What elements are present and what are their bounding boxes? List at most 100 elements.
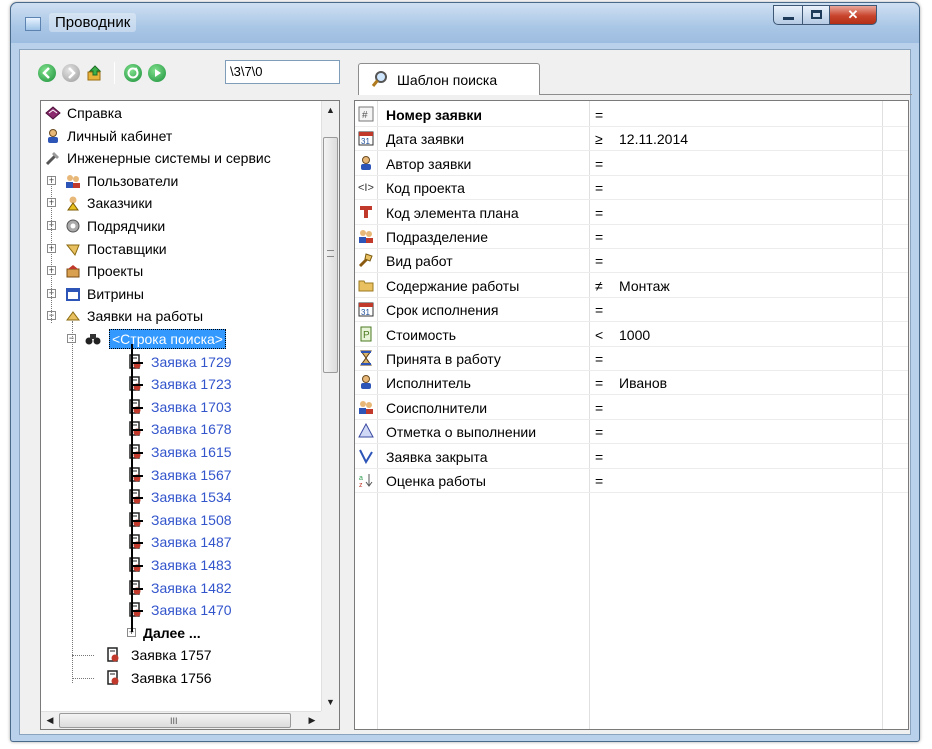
tree-item[interactable]: Личный кабинет [41, 125, 321, 147]
go-icon[interactable] [148, 64, 166, 82]
condition-value[interactable]: Иванов [619, 371, 667, 395]
condition-operator[interactable]: = [595, 347, 603, 371]
tree-connector [131, 610, 143, 613]
tree-vertical-scrollbar[interactable]: ▲ ▼ [321, 101, 339, 711]
tree-item-request[interactable]: Заявка 1567 [41, 464, 321, 486]
template-row[interactable]: Исполнитель = Иванов [355, 371, 908, 396]
maximize-button[interactable] [802, 5, 830, 25]
condition-operator[interactable]: = [595, 420, 603, 444]
path-field[interactable]: \3\7\0 [225, 60, 340, 84]
field-name: Вид работ [386, 253, 453, 270]
condition-operator[interactable]: = [595, 396, 603, 420]
forward-icon[interactable] [62, 64, 80, 82]
tree-item-label: Далее ... [143, 624, 201, 641]
template-row[interactable]: Автор заявки = [355, 152, 908, 176]
template-row[interactable]: a z Оценка работы = [355, 469, 908, 493]
scroll-right-icon[interactable]: ▶ [303, 712, 321, 729]
condition-operator[interactable]: = [595, 152, 603, 176]
condition-value[interactable]: Монтаж [619, 274, 670, 298]
tree-item[interactable]: + Подрядчики [41, 215, 321, 237]
tree-item[interactable]: + Заказчики [41, 192, 321, 214]
customer-icon [65, 195, 81, 211]
template-row[interactable]: # Номер заявки = [355, 103, 908, 127]
template-row[interactable]: Принята в работу = [355, 347, 908, 371]
back-icon[interactable] [38, 64, 56, 82]
tree-item-request[interactable]: Заявка 1483 [41, 554, 321, 576]
navigation-tree[interactable]: Справка Личный кабинет Инженерные системы … [41, 101, 321, 711]
condition-operator[interactable]: = [595, 103, 603, 127]
template-row[interactable]: Содержание работы ≠ Монтаж [355, 274, 908, 298]
search-template-grid: # Номер заявки = 31 Дата заявки ≥12.11.2014 Ав… [354, 100, 909, 730]
condition-value[interactable]: 1000 [619, 323, 650, 347]
tree-item-request[interactable]: Заявка 1703 [41, 396, 321, 418]
tree-connector [131, 587, 143, 590]
tree-item[interactable]: Справка [41, 102, 321, 124]
tree-item-request[interactable]: Заявка 1482 [41, 577, 321, 599]
up-folder-icon[interactable] [86, 64, 104, 82]
tree-horizontal-scrollbar[interactable]: ◀ III ▶ [41, 711, 321, 729]
scroll-left-icon[interactable]: ◀ [41, 712, 59, 729]
condition-operator[interactable]: ≥ [595, 127, 603, 151]
tree-connector [131, 384, 143, 387]
vertical-scroll-thumb[interactable] [323, 137, 338, 373]
template-row[interactable]: <I> Код проекта = [355, 176, 908, 201]
tree-item-request[interactable]: Заявка 1615 [41, 441, 321, 463]
condition-operator[interactable]: = [595, 445, 603, 469]
template-row[interactable]: Вид работ = [355, 249, 908, 274]
calendar-icon: 31 [358, 130, 374, 146]
close-button[interactable]: ✕ [829, 5, 877, 25]
tree-item-request[interactable]: Заявка 1487 [41, 531, 321, 553]
condition-operator[interactable]: = [595, 469, 603, 493]
condition-operator[interactable]: = [595, 201, 603, 225]
tree-item[interactable]: + Пользователи [41, 170, 321, 192]
scroll-up-icon[interactable]: ▲ [322, 101, 339, 119]
minimize-icon [783, 17, 794, 20]
tree-item-request[interactable]: Заявка 1729 [41, 351, 321, 373]
template-row[interactable]: Код элемента плана = [355, 201, 908, 225]
horizontal-scroll-thumb[interactable]: III [59, 713, 291, 728]
condition-operator[interactable]: = [595, 249, 603, 273]
template-row[interactable]: P Стоимость <1000 [355, 323, 908, 347]
condition-value[interactable]: 12.11.2014 [619, 127, 688, 151]
template-row[interactable]: 31 Срок исполнения = [355, 298, 908, 323]
tree-item-request[interactable]: − <Строка поиска> [41, 328, 321, 350]
tab-search-template[interactable]: Шаблон поиска [358, 63, 540, 95]
field-name: Подразделение [386, 229, 489, 245]
condition-operator[interactable]: = [595, 225, 603, 249]
request-doc-icon [105, 670, 121, 686]
condition-operator[interactable]: = [595, 371, 603, 395]
tree-item[interactable]: + Витрины [41, 283, 321, 305]
tree-item-request[interactable]: Заявка 1723 [41, 373, 321, 395]
tree-item-request[interactable]: Заявка 1534 [41, 486, 321, 508]
tree-item-request[interactable]: + Далее ... [41, 622, 321, 644]
toolbar-separator [114, 62, 115, 84]
tree-item-request[interactable]: Заявка 1470 [41, 599, 321, 621]
user-icon [45, 128, 61, 144]
refresh-icon[interactable] [124, 64, 142, 82]
tree-item-request[interactable]: Заявка 1508 [41, 509, 321, 531]
folder-icon [358, 277, 374, 293]
tree-item-request[interactable]: Заявка 1678 [41, 418, 321, 440]
template-row[interactable]: Заявка закрыта = [355, 445, 908, 469]
minimize-button[interactable] [773, 5, 803, 25]
condition-operator[interactable]: ≠ [595, 274, 603, 298]
condition-operator[interactable]: < [595, 323, 603, 347]
template-row[interactable]: Отметка о выполнении = [355, 420, 908, 445]
tree-item[interactable]: + Проекты [41, 260, 321, 282]
tree-item[interactable]: − Заявки на работы [41, 305, 321, 327]
condition-operator[interactable]: = [595, 298, 603, 322]
tree-item[interactable]: Инженерные системы и сервис [41, 147, 321, 169]
tools-icon [45, 150, 61, 166]
scroll-down-icon[interactable]: ▼ [322, 693, 339, 711]
title-bar[interactable]: Проводник ✕ [11, 3, 919, 43]
co-executors-icon [358, 399, 374, 415]
showcase-icon [65, 286, 81, 302]
condition-operator[interactable]: = [595, 176, 603, 200]
svg-text:P: P [363, 330, 370, 341]
template-row[interactable]: Соисполнители = [355, 396, 908, 420]
template-row[interactable]: 31 Дата заявки ≥12.11.2014 [355, 127, 908, 152]
template-row[interactable]: Подразделение = [355, 225, 908, 249]
tree-item[interactable]: + Поставщики [41, 238, 321, 260]
tree-item-label: Заявки на работы [87, 308, 204, 325]
tree-connector [72, 678, 94, 679]
